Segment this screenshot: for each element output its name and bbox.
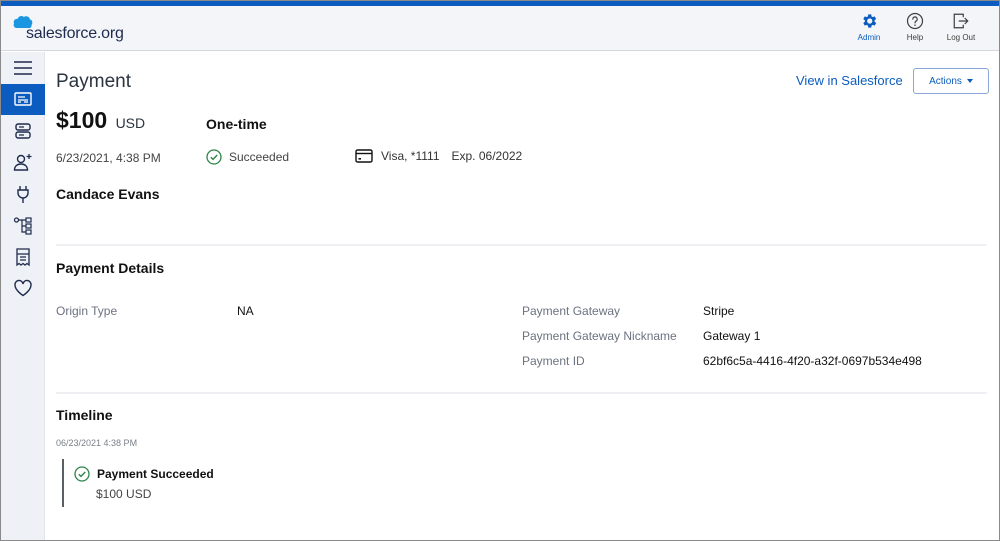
payment-frequency: One-time [206,116,267,132]
help-button[interactable]: Help [899,12,931,42]
card-info: Visa, *1111 [381,149,440,163]
menu-icon [14,60,32,75]
sidebar-nav [1,52,45,540]
sidebar-item-payments[interactable] [1,83,45,115]
admin-label: Admin [857,33,881,42]
timeline-title: Timeline [56,407,113,423]
logo-text: salesforce.org [26,25,124,42]
section-divider [56,244,987,246]
payment-status: Succeeded [206,149,289,165]
help-label: Help [906,33,924,42]
sidebar-item-integrations[interactable] [1,178,45,210]
add-user-icon [13,154,32,171]
gateway-nickname-value: Gateway 1 [703,329,761,343]
view-in-salesforce-link[interactable]: View in Salesforce [796,73,903,88]
hierarchy-icon [13,217,32,235]
sidebar-item-contacts[interactable] [1,147,45,179]
page-title: Payment [56,71,131,92]
card-expiry: Exp. 06/2022 [451,149,523,163]
payment-card-icon [14,92,32,106]
section-divider [56,392,987,394]
payment-date: 6/23/2021, 4:38 PM [56,151,161,165]
status-text: Succeeded [229,150,290,164]
sidebar-item-receipts[interactable] [1,241,45,273]
amount-currency: USD [115,115,146,131]
gear-icon [863,14,877,28]
sidebar-item-donations[interactable] [1,273,45,305]
timeline-date: 06/23/2021 4:38 PM [56,438,138,448]
payment-details-title: Payment Details [56,260,165,276]
donor-name: Candace Evans [56,186,160,202]
server-icon [15,123,31,139]
payment-gateway-value: Stripe [703,304,735,318]
app-header: salesforce.org Admin Help Log Out [1,6,999,51]
timeline-rail [62,459,64,507]
sidebar-item-servers[interactable] [1,115,45,147]
sidebar-menu-toggle[interactable] [1,52,45,84]
admin-button[interactable]: Admin [853,12,885,42]
timeline-event-amount: $100 USD [96,487,152,501]
amount-value: $100 [56,107,108,133]
logout-label: Log Out [946,33,976,42]
plug-icon [17,185,29,203]
actions-dropdown-button[interactable]: Actions [913,68,989,94]
sidebar-item-hierarchy[interactable] [1,210,45,242]
payment-id-value: 62bf6c5a-4416-4f20-a32f-0697b534e498 [703,354,922,368]
credit-card-icon [355,149,373,163]
check-circle-icon [74,466,90,482]
payment-method: Visa, *1111 Exp. 06/2022 [355,149,522,163]
receipt-icon [16,248,30,267]
help-icon [906,12,924,30]
main-content: Payment View in Salesforce Actions $100 … [46,52,999,540]
payment-gateway-label: Payment Gateway [522,304,621,318]
timeline-event: Payment Succeeded [74,466,214,482]
gateway-nickname-label: Payment Gateway Nickname [522,329,677,343]
origin-type-label: Origin Type [56,304,118,318]
heart-icon [14,280,32,297]
payment-id-label: Payment ID [522,354,585,368]
actions-label: Actions [929,75,962,87]
logout-icon [953,13,969,29]
payment-amount: $100 USD [56,107,145,134]
logout-button[interactable]: Log Out [945,12,977,42]
caret-down-icon [966,79,973,83]
timeline-event-title: Payment Succeeded [97,467,214,481]
check-circle-icon [206,149,222,165]
origin-type-value: NA [237,304,254,318]
